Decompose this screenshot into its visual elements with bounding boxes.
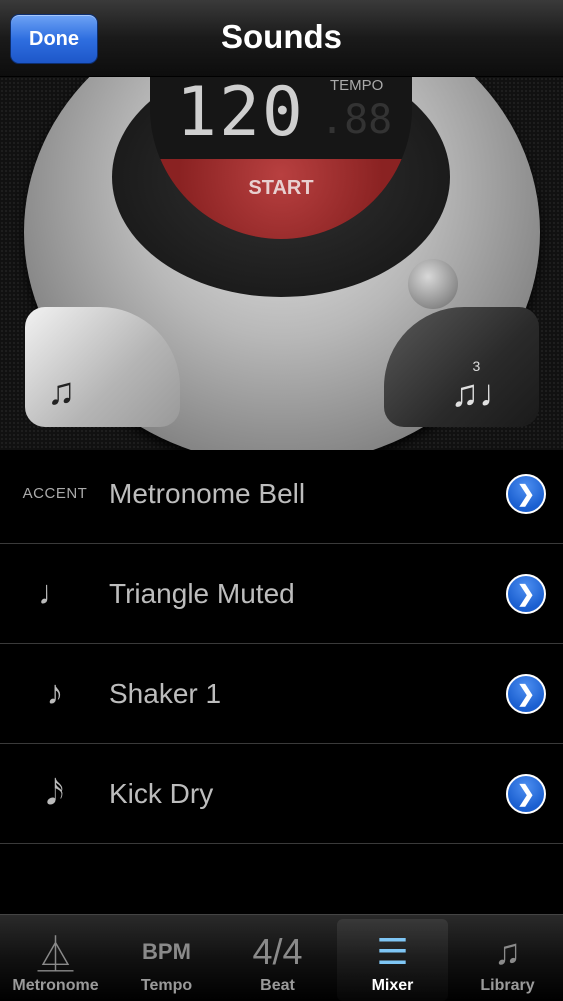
bpm-value: 120 (176, 77, 305, 152)
disclosure-icon[interactable]: ❯ (506, 573, 546, 614)
triplet-glyph: ♫♩ (450, 373, 518, 415)
page-title: Sounds (221, 18, 342, 55)
sound-name: Kick Dry (109, 777, 214, 809)
tab-label: Library (480, 977, 535, 994)
sound-row-eighth[interactable]: ♪ Shaker 1 ❯ (0, 644, 563, 744)
disclosure-icon[interactable]: ❯ (506, 673, 546, 714)
mixer-icon: ☰ (376, 931, 409, 972)
bpm-fraction: .88 (320, 97, 393, 143)
tab-label: Beat (260, 977, 295, 994)
quarter-note-icon: ♩ (38, 574, 72, 612)
tempo-label: TEMPO (330, 77, 384, 94)
tempo-readout: 120 .88 TEMPO (150, 77, 412, 159)
disclosure-icon[interactable]: ❯ (506, 773, 546, 814)
sound-list: ACCENT Metronome Bell ❯ ♩ Triangle Muted… (0, 444, 563, 844)
bpm-icon: BPM (142, 939, 191, 964)
nav-bar: Done Sounds (0, 0, 563, 77)
tab-label: Tempo (140, 977, 193, 994)
tab-bar: ⏅ Metronome BPM Tempo 4/4 Beat ☰ Mixer ♫… (0, 914, 563, 1001)
tab-library[interactable]: ♫ Library (452, 915, 563, 1001)
tab-mixer[interactable]: ☰ Mixer (337, 919, 448, 1001)
triplet-icon: 3 ♫♩ (450, 359, 518, 415)
tab-metronome[interactable]: ⏅ Metronome (0, 915, 111, 1001)
eighth-notes-icon: ♫ (47, 371, 76, 413)
tab-label: Mixer (371, 977, 414, 994)
tab-label: Metronome (12, 977, 99, 994)
sound-row-sixteenth[interactable]: 𝅘𝅥𝅯 Kick Dry ❯ (0, 744, 563, 844)
tab-beat[interactable]: 4/4 Beat (222, 915, 333, 1001)
sound-name: Triangle Muted (109, 577, 295, 609)
disclosure-icon[interactable]: ❯ (506, 473, 546, 514)
accent-label: ACCENT (22, 485, 88, 502)
start-button[interactable]: START (150, 159, 412, 239)
music-note-icon: ♫ (494, 931, 521, 972)
triplet-number: 3 (472, 358, 481, 374)
sound-row-accent[interactable]: ACCENT Metronome Bell ❯ (0, 444, 563, 544)
eighth-note-icon: ♪ (46, 674, 64, 712)
tempo-display: 120 .88 TEMPO START (150, 77, 412, 239)
metronome-dial: 120 .88 TEMPO START ♫ 3 ♫♩ (0, 77, 563, 450)
sound-name: Shaker 1 (109, 677, 222, 709)
sound-name: Metronome Bell (109, 477, 306, 509)
sound-row-quarter[interactable]: ♩ Triangle Muted ❯ (0, 544, 563, 644)
time-signature-icon: 4/4 (252, 931, 303, 972)
dial-knob[interactable] (408, 259, 458, 309)
sixteenth-note-icon: 𝅘𝅥𝅯 (46, 774, 64, 812)
tab-tempo[interactable]: BPM Tempo (111, 915, 222, 1001)
metronome-icon: ⏅ (37, 934, 74, 975)
